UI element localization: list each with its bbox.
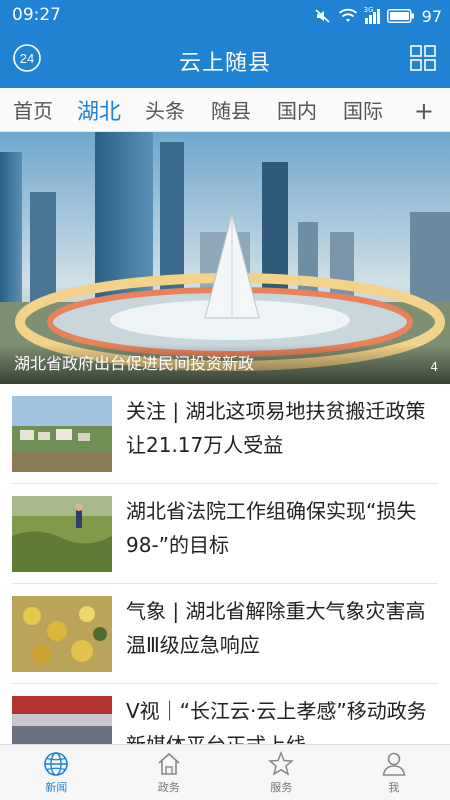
globe-icon — [44, 752, 69, 776]
battery-percent: 97 — [421, 6, 442, 26]
nav-services-label: 服务 — [270, 781, 293, 794]
wifi-icon — [338, 8, 357, 22]
news-title: 关注 | 湖北这项易地扶贫搬迁政策 让21.17万人受益 — [126, 399, 426, 457]
tab-domestic[interactable]: 国内 — [264, 95, 330, 124]
nav-me[interactable]: 我 — [338, 745, 450, 800]
star-icon — [268, 751, 295, 776]
status-bar: 09:27 3G 97 — [0, 0, 450, 32]
nav-government[interactable]: 政务 — [113, 745, 226, 800]
news-list: 关注 | 湖北这项易地扶贫搬迁政策 让21.17万人受益 湖北省法院工作组确保实… — [0, 384, 450, 784]
hero-banner[interactable]: 湖北省政府出台促进民间投资新政 4 — [0, 132, 450, 384]
house-icon — [158, 752, 180, 775]
tab-home[interactable]: 首页 — [0, 95, 66, 124]
network-type: 3G — [363, 6, 374, 14]
nav-news[interactable]: 新闻 — [0, 745, 113, 800]
nav-government-label: 政务 — [157, 781, 180, 794]
battery-icon — [386, 9, 414, 23]
nav-news-label: 新闻 — [45, 781, 68, 794]
add-channel-button[interactable]: + — [414, 97, 434, 125]
person-icon — [382, 752, 406, 776]
hero-pager: 4 — [430, 360, 438, 374]
tab-headlines[interactable]: 头条 — [132, 95, 198, 124]
bottom-nav: 新闻 政务 服务 我 — [0, 744, 450, 800]
list-item[interactable]: 气象 | 湖北省解除重大气象灾害高温Ⅲ级应急响应 — [12, 584, 438, 684]
tab-international[interactable]: 国际 — [330, 95, 396, 124]
news-thumbnail — [12, 396, 112, 472]
mute-icon — [315, 9, 330, 23]
hero-caption-bar: 湖北省政府出台促进民间投资新政 4 — [0, 344, 450, 384]
tab-suixian[interactable]: 随县 — [198, 95, 264, 124]
status-icons: 3G 97 — [315, 4, 442, 28]
signal-icon: 3G — [363, 6, 380, 24]
news-thumbnail — [12, 596, 112, 672]
nav-services[interactable]: 服务 — [225, 745, 338, 800]
channel-tabs: 首页 湖北 头条 随县 国内 国际 + — [0, 88, 450, 132]
list-item[interactable]: 关注 | 湖北这项易地扶贫搬迁政策 让21.17万人受益 — [12, 384, 438, 484]
list-item[interactable]: 湖北省法院工作组确保实现“损失98-”的目标 — [12, 484, 438, 584]
hero-caption: 湖北省政府出台促进民间投资新政 — [14, 354, 255, 373]
app-header: 24 云上随县 — [0, 32, 450, 88]
news-thumbnail — [12, 496, 112, 572]
grid-menu-icon[interactable] — [410, 45, 436, 71]
nav-me-label: 我 — [388, 781, 400, 794]
status-time: 09:27 — [12, 5, 61, 25]
news-title: 气象 | 湖北省解除重大气象灾害高温Ⅲ级应急响应 — [126, 599, 426, 657]
tab-hubei[interactable]: 湖北 — [66, 94, 132, 126]
page-title: 云上随县 — [178, 51, 271, 76]
news-title: 湖北省法院工作组确保实现“损失98-”的目标 — [126, 499, 417, 557]
